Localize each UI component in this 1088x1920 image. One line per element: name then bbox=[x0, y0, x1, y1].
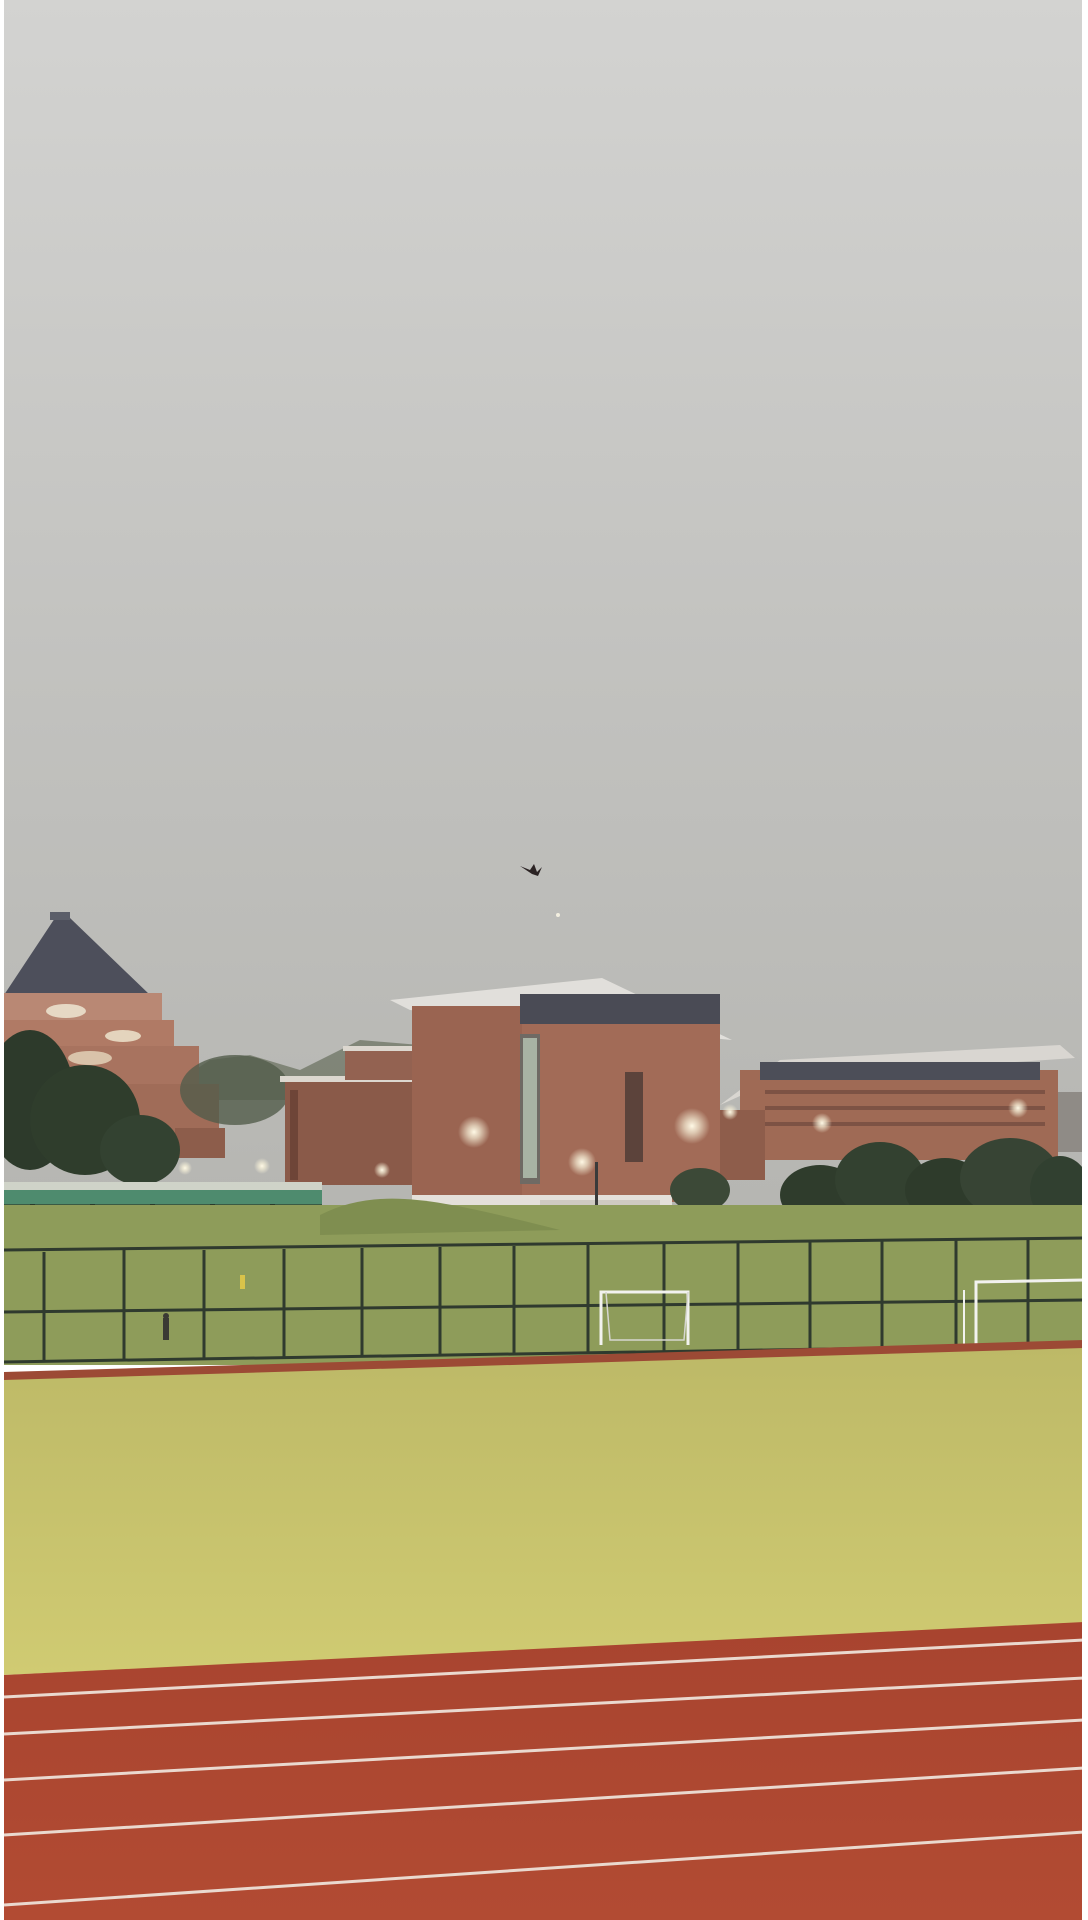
grass-field bbox=[4, 1348, 1084, 1675]
scene-photo bbox=[0, 0, 1088, 1920]
frame-edge-right bbox=[1082, 0, 1088, 1920]
frame-edge-left bbox=[0, 0, 4, 1920]
distant-light bbox=[556, 913, 560, 917]
